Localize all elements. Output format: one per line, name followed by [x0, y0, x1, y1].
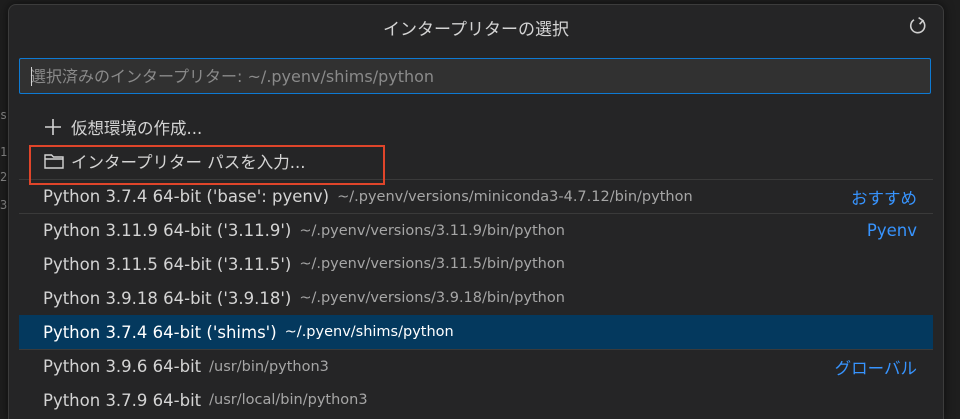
interpreter-quick-pick: インタープリターの選択 仮想環境の作成... インタープリター パスを入力...… — [8, 4, 944, 419]
interpreter-path: ~/.pyenv/versions/3.9.18/bin/python — [299, 290, 565, 306]
interpreter-path: ~/.pyenv/versions/3.11.9/bin/python — [299, 222, 565, 239]
refresh-icon — [909, 16, 926, 34]
interpreter-item[interactable]: Python 3.11.5 64-bit ('3.11.5') ~/.pyenv… — [19, 247, 933, 281]
action-create-venv[interactable]: 仮想環境の作成... — [19, 110, 933, 144]
interpreter-label: Python 3.7.4 64-bit ('base': pyenv) — [43, 187, 330, 206]
action-label: 仮想環境の作成... — [71, 119, 203, 138]
interpreter-item[interactable]: Python 3.11.9 64-bit ('3.11.9') ~/.pyenv… — [19, 213, 933, 247]
action-enter-interpreter-path[interactable]: インタープリター パスを入力... — [19, 144, 933, 178]
interpreter-path: ~/.pyenv/shims/python — [284, 324, 454, 340]
interpreter-path: ~/.pyenv/versions/3.11.5/bin/python — [299, 256, 565, 272]
interpreter-path: ~/.pyenv/versions/miniconda3-4.7.12/bin/… — [337, 188, 693, 205]
plus-icon — [43, 116, 65, 138]
action-label: インタープリター パスを入力... — [71, 153, 306, 172]
interpreter-label: Python 3.9.6 64-bit — [43, 357, 202, 376]
interpreter-label: Python 3.7.9 64-bit — [43, 390, 202, 410]
interpreter-path: /usr/local/bin/python3 — [209, 392, 368, 408]
interpreter-item[interactable]: Python 3.7.9 64-bit /usr/local/bin/pytho… — [19, 383, 933, 417]
editor-line-number: 2 — [0, 170, 8, 184]
interpreter-label: Python 3.9.18 64-bit ('3.9.18') — [43, 288, 292, 308]
text-caret — [31, 67, 32, 86]
editor-line-number: 1 — [0, 145, 8, 159]
quick-pick-title: インタープリターの選択 — [383, 20, 569, 40]
editor-line-number: 3 — [0, 198, 8, 212]
editor-fragment: s — [0, 108, 8, 122]
interpreter-item[interactable]: Python 3.7.4 64-bit ('base': pyenv) ~/.p… — [19, 179, 933, 213]
interpreter-item[interactable]: Python 3.9.6 64-bit /usr/bin/python3 グロー… — [19, 349, 933, 383]
interpreter-label: Python 3.7.4 64-bit ('shims') — [43, 322, 277, 342]
interpreter-label: Python 3.11.5 64-bit ('3.11.5') — [43, 254, 292, 274]
folder-icon — [43, 150, 65, 172]
global-tag: グローバル — [834, 358, 917, 378]
pyenv-tag: Pyenv — [866, 221, 917, 240]
interpreter-item[interactable]: Python 3.9.18 64-bit ('3.9.18') ~/.pyenv… — [19, 281, 933, 315]
interpreter-search-input[interactable] — [20, 59, 930, 93]
recommended-tag: おすすめ — [851, 188, 917, 208]
interpreter-path: /usr/bin/python3 — [209, 358, 329, 375]
search-box[interactable] — [19, 58, 931, 94]
interpreter-label: Python 3.11.9 64-bit ('3.11.9') — [43, 221, 292, 240]
interpreter-item-selected[interactable]: Python 3.7.4 64-bit ('shims') ~/.pyenv/s… — [19, 315, 933, 349]
refresh-button[interactable] — [905, 13, 931, 39]
quick-pick-titlebar: インタープリターの選択 — [9, 5, 943, 49]
